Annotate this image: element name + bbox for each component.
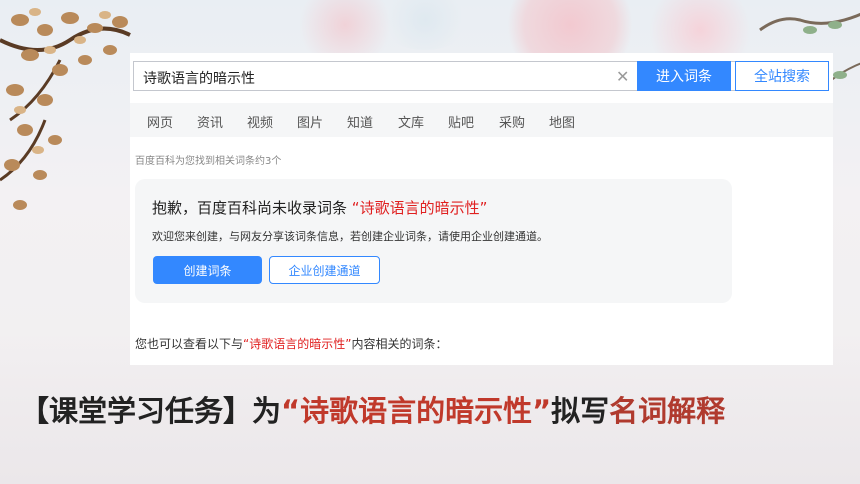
- search-nav: 网页 资讯 视频 图片 知道 文库 贴吧 采购 地图: [130, 103, 833, 137]
- nav-item-tieba[interactable]: 贴吧: [448, 112, 474, 131]
- card-title-term: “诗歌语言的暗示性”: [351, 199, 488, 217]
- background-blossom: [380, 0, 470, 50]
- nav-item-web[interactable]: 网页: [147, 112, 173, 131]
- no-entry-card: 抱歉，百度百科尚未收录词条 “诗歌语言的暗示性” 欢迎您来创建，与网友分享该词条…: [135, 179, 732, 303]
- nav-item-images[interactable]: 图片: [297, 112, 323, 131]
- create-entry-button[interactable]: 创建词条: [153, 256, 262, 284]
- caption-definition: 名词解释: [609, 394, 726, 428]
- related-prefix: 您也可以查看以下与: [135, 337, 244, 351]
- baike-search-screenshot: 诗歌语言的暗示性 ✕ 进入词条 全站搜索 网页 资讯 视频 图片 知道 文库 贴…: [130, 53, 833, 365]
- task-caption: 【课堂学习任务】为“诗歌语言的暗示性”拟写名词解释: [20, 388, 725, 430]
- related-suffix: 内容相关的词条：: [351, 337, 448, 351]
- nav-item-zhidao[interactable]: 知道: [347, 112, 373, 131]
- related-entries-text: 您也可以查看以下与“诗歌语言的暗示性”内容相关的词条：: [135, 335, 447, 352]
- enter-entry-button[interactable]: 进入词条: [637, 61, 731, 91]
- caption-verb: 拟写: [551, 394, 610, 428]
- caption-term: “诗歌语言的暗示性”: [281, 394, 552, 428]
- related-term: “诗歌语言的暗示性”: [243, 337, 352, 351]
- caption-task-label: 【课堂学习任务】为: [20, 394, 282, 428]
- card-title: 抱歉，百度百科尚未收录词条 “诗歌语言的暗示性”: [152, 197, 487, 218]
- site-search-button[interactable]: 全站搜索: [735, 61, 829, 91]
- nav-item-wenku[interactable]: 文库: [398, 112, 424, 131]
- nav-item-purchase[interactable]: 采购: [499, 112, 525, 131]
- nav-item-news[interactable]: 资讯: [197, 112, 223, 131]
- corp-create-button[interactable]: 企业创建通道: [269, 256, 380, 284]
- search-query-text: 诗歌语言的暗示性: [143, 71, 255, 87]
- tree-branch-decoration: [0, 8, 131, 210]
- close-icon[interactable]: ✕: [616, 67, 629, 86]
- nav-item-map[interactable]: 地图: [549, 112, 575, 131]
- result-count: 百度百科为您找到相关词条约3个: [135, 156, 282, 167]
- card-description: 欢迎您来创建，与网友分享该词条信息，若创建企业词条，请使用企业创建通道。: [152, 230, 548, 243]
- nav-item-video[interactable]: 视频: [247, 112, 273, 131]
- search-bar: 诗歌语言的暗示性 ✕ 进入词条 全站搜索: [130, 53, 833, 101]
- card-title-prefix: 抱歉，百度百科尚未收录词条: [152, 199, 348, 217]
